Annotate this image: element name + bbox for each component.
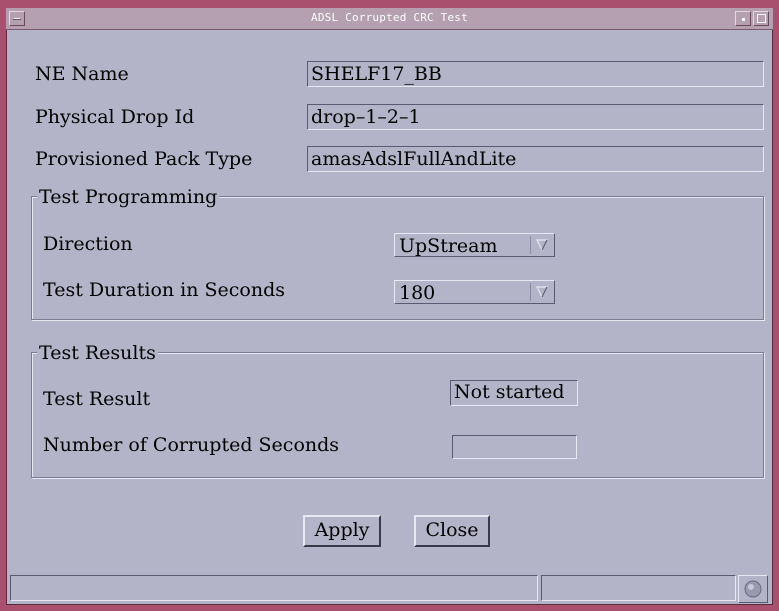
provisioned-pack-type-label: Provisioned Pack Type	[35, 148, 253, 170]
corrupted-seconds-label: Number of Corrupted Seconds	[43, 434, 340, 456]
direction-label: Direction	[43, 233, 133, 255]
test-duration-select[interactable]: 180	[394, 280, 555, 304]
status-cell-main	[10, 575, 538, 601]
status-bar	[6, 573, 773, 605]
test-duration-label: Test Duration in Seconds	[43, 279, 286, 301]
status-cell-secondary	[541, 575, 736, 601]
minimize-icon[interactable]	[735, 11, 751, 26]
ne-name-label: NE Name	[35, 63, 129, 85]
close-button[interactable]: Close	[414, 515, 490, 547]
test-results-title: Test Results	[37, 342, 158, 364]
corrupted-seconds-value	[452, 435, 577, 459]
test-result-value: Not started	[450, 380, 578, 406]
direction-value: UpStream	[399, 235, 498, 257]
physical-drop-id-label: Physical Drop Id	[35, 106, 195, 128]
provisioned-pack-type-field[interactable]: amasAdslFullAndLite	[307, 146, 764, 172]
apply-button[interactable]: Apply	[303, 515, 381, 547]
dropdown-arrow-icon[interactable]	[530, 236, 552, 254]
dropdown-arrow-icon[interactable]	[530, 283, 552, 301]
window-title: ADSL Corrupted CRC Test	[311, 11, 468, 24]
test-programming-title: Test Programming	[37, 186, 220, 208]
test-result-label: Test Result	[43, 388, 151, 410]
physical-drop-id-field[interactable]: drop–1–2–1	[307, 104, 764, 130]
title-bar[interactable]: ADSL Corrupted CRC Test	[6, 8, 773, 30]
test-results-group	[31, 352, 764, 478]
direction-select[interactable]: UpStream	[394, 233, 555, 257]
maximize-icon[interactable]	[753, 11, 769, 26]
dialog-window: ADSL Corrupted CRC Test NE Name SHELF17_…	[0, 0, 779, 611]
ne-name-field[interactable]: SHELF17_BB	[307, 61, 764, 87]
status-indicator-icon	[738, 575, 768, 603]
test-duration-value: 180	[399, 282, 436, 304]
